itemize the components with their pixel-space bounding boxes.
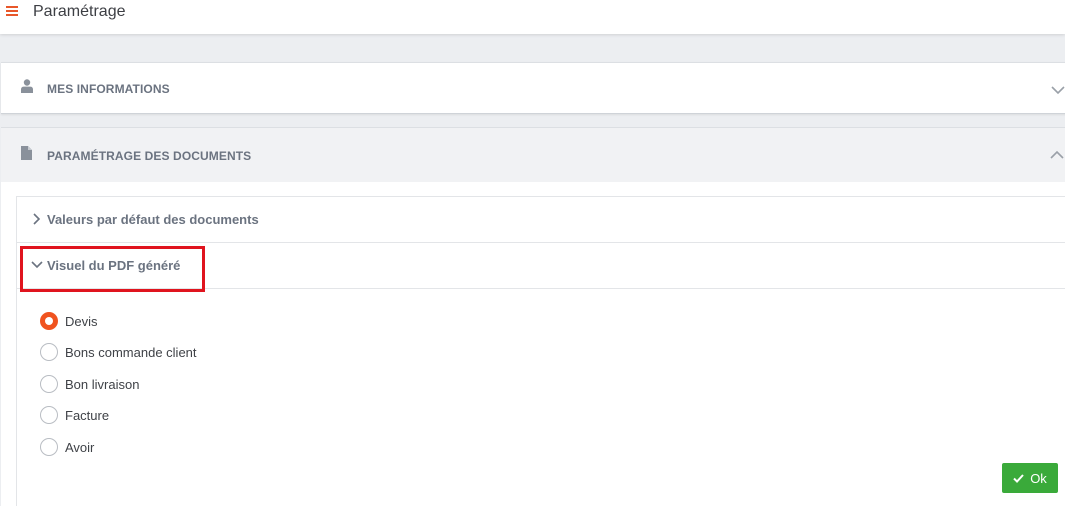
radio-button[interactable] — [40, 406, 58, 424]
ok-button-label: Ok — [1030, 470, 1047, 486]
radio-label: Avoir — [65, 439, 95, 455]
radio-button[interactable] — [40, 343, 58, 361]
panel-label-mes-informations: MES INFORMATIONS — [47, 82, 170, 96]
subpanel-label: Visuel du PDF généré — [47, 258, 181, 273]
radio-bons-commande-client[interactable]: Bons commande client — [40, 342, 197, 362]
subpanel-valeurs-par-defaut[interactable]: Valeurs par défaut des documents — [17, 197, 1065, 243]
check-icon — [1013, 473, 1024, 483]
radio-avoir[interactable]: Avoir — [40, 437, 94, 457]
radio-button-checked[interactable] — [40, 312, 58, 330]
radio-button[interactable] — [40, 375, 58, 393]
subpanel-label: Valeurs par défaut des documents — [47, 212, 259, 227]
radio-devis[interactable]: Devis — [40, 311, 98, 331]
panel-label-parametrage-documents: PARAMÉTRAGE DES DOCUMENTS — [47, 149, 252, 163]
document-icon — [21, 146, 32, 160]
panel-parametrage-documents: PARAMÉTRAGE DES DOCUMENTS Valeurs par dé… — [1, 127, 1065, 506]
hamburger-menu-icon[interactable] — [6, 6, 18, 18]
chevron-right-icon — [33, 213, 41, 225]
chevron-down-icon — [31, 261, 43, 269]
subpanel-visuel-pdf[interactable]: Visuel du PDF généré — [17, 243, 1065, 289]
chevron-up-icon[interactable] — [1050, 148, 1064, 162]
radio-bon-livraison[interactable]: Bon livraison — [40, 374, 139, 394]
panel-mes-informations[interactable]: MES INFORMATIONS — [1, 62, 1065, 114]
chevron-down-icon[interactable] — [1051, 83, 1065, 97]
radio-facture[interactable]: Facture — [40, 405, 109, 425]
user-icon — [21, 79, 33, 93]
radio-button[interactable] — [40, 438, 58, 456]
radio-label: Bon livraison — [65, 376, 140, 392]
page-title: Paramétrage — [33, 3, 126, 20]
radio-label: Bons commande client — [65, 344, 197, 360]
top-bar: Paramétrage — [0, 0, 1065, 34]
ok-button[interactable]: Ok — [1002, 463, 1058, 493]
panel-header-parametrage-documents[interactable]: PARAMÉTRAGE DES DOCUMENTS — [1, 128, 1065, 182]
radio-label: Facture — [65, 407, 110, 423]
radio-label: Devis — [65, 313, 98, 329]
